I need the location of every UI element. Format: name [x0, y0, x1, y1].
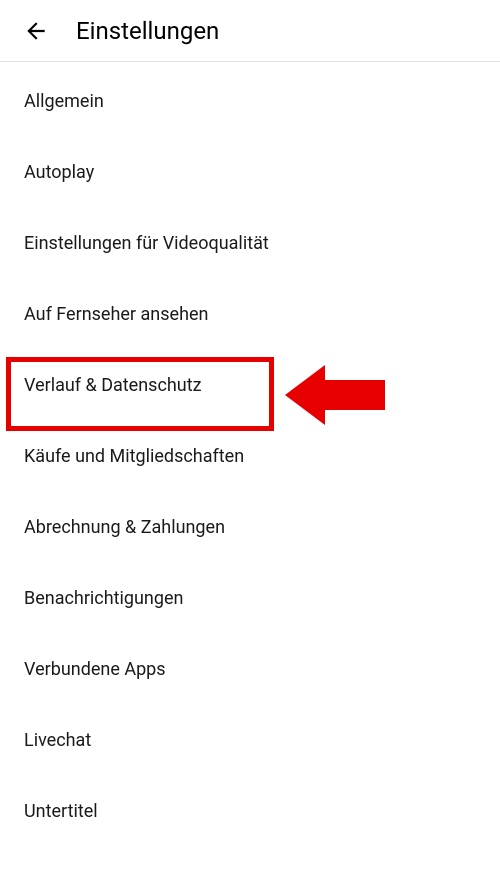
- settings-item-history-privacy[interactable]: Verlauf & Datenschutz: [0, 350, 500, 421]
- settings-item-label: Benachrichtigungen: [24, 588, 183, 609]
- settings-item-label: Untertitel: [24, 801, 98, 822]
- settings-item-general[interactable]: Allgemein: [0, 66, 500, 137]
- settings-item-purchases[interactable]: Käufe und Mitgliedschaften: [0, 421, 500, 492]
- page-title: Einstellungen: [76, 17, 219, 45]
- settings-item-label: Auf Fernseher ansehen: [24, 304, 208, 325]
- settings-item-label: Einstellungen für Videoqualität: [24, 233, 269, 254]
- settings-item-label: Autoplay: [24, 162, 94, 183]
- settings-item-label: Käufe und Mitgliedschaften: [24, 446, 244, 467]
- settings-item-video-quality[interactable]: Einstellungen für Videoqualität: [0, 208, 500, 279]
- settings-item-tv[interactable]: Auf Fernseher ansehen: [0, 279, 500, 350]
- settings-item-label: Verlauf & Datenschutz: [24, 375, 202, 396]
- settings-item-subtitles[interactable]: Untertitel: [0, 776, 500, 847]
- settings-item-label: Abrechnung & Zahlungen: [24, 517, 225, 538]
- header: Einstellungen: [0, 0, 500, 62]
- settings-list: Allgemein Autoplay Einstellungen für Vid…: [0, 62, 500, 847]
- settings-item-billing[interactable]: Abrechnung & Zahlungen: [0, 492, 500, 563]
- back-arrow-icon: [23, 18, 49, 44]
- settings-item-label: Livechat: [24, 730, 91, 751]
- settings-item-notifications[interactable]: Benachrichtigungen: [0, 563, 500, 634]
- settings-item-label: Allgemein: [24, 91, 104, 112]
- settings-item-label: Verbundene Apps: [24, 659, 166, 680]
- settings-item-autoplay[interactable]: Autoplay: [0, 137, 500, 208]
- settings-item-connected-apps[interactable]: Verbundene Apps: [0, 634, 500, 705]
- back-button[interactable]: [16, 11, 56, 51]
- settings-item-livechat[interactable]: Livechat: [0, 705, 500, 776]
